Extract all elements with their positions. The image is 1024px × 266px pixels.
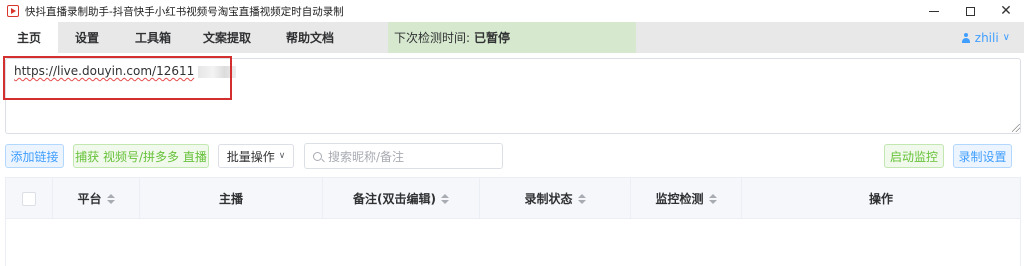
sort-icon bbox=[708, 193, 717, 204]
user-menu[interactable]: zhili ∨ bbox=[961, 22, 1010, 53]
column-monitor-check[interactable]: 监控检测 bbox=[631, 178, 742, 219]
close-icon: ✕ bbox=[1000, 3, 1012, 19]
column-platform-label: 平台 bbox=[77, 192, 102, 206]
tab-toolbox[interactable]: 工具箱 bbox=[120, 22, 186, 53]
sort-icon bbox=[106, 193, 115, 204]
select-all-cell bbox=[6, 178, 53, 219]
maximize-icon bbox=[965, 6, 975, 16]
user-icon bbox=[961, 32, 971, 43]
highlight-box bbox=[3, 56, 232, 100]
maximize-button[interactable] bbox=[952, 0, 988, 22]
tab-bar: 主页 设置 工具箱 文案提取 帮助文档 下次检测时间: 已暂停 zhili ∨ bbox=[0, 22, 1024, 53]
capture-live-button[interactable]: 捕获 视频号/拼多多 直播 bbox=[73, 144, 209, 168]
app-logo-icon bbox=[7, 5, 19, 17]
table-header: 平台 主播 备注(双击编辑) 录制状态 监控检测 操作 bbox=[6, 178, 1020, 219]
status-label: 下次检测时间: bbox=[394, 31, 471, 45]
column-actions: 操作 bbox=[742, 178, 1020, 219]
column-actions-label: 操作 bbox=[868, 192, 893, 206]
stream-table: 平台 主播 备注(双击编辑) 录制状态 监控检测 操作 bbox=[5, 177, 1021, 266]
minimize-button[interactable] bbox=[916, 0, 952, 22]
tab-help-docs[interactable]: 帮助文档 bbox=[272, 22, 348, 53]
column-note[interactable]: 备注(双击编辑) bbox=[323, 178, 480, 219]
column-streamer-label: 主播 bbox=[218, 192, 243, 206]
search-placeholder: 搜索昵称/备注 bbox=[328, 149, 405, 164]
column-monitor-check-label: 监控检测 bbox=[655, 192, 704, 206]
search-icon bbox=[313, 151, 322, 161]
record-settings-button[interactable]: 录制设置 bbox=[953, 144, 1012, 168]
window-controls: ✕ bbox=[916, 0, 1024, 22]
tab-home[interactable]: 主页 bbox=[0, 22, 58, 53]
user-name: zhili bbox=[974, 30, 999, 45]
chevron-down-icon: ∨ bbox=[278, 151, 286, 161]
title-bar: 快抖直播录制助手-抖音快手小红书视频号淘宝直播视频定时自动录制 ✕ bbox=[0, 0, 1024, 22]
minimize-icon bbox=[929, 10, 939, 12]
select-all-checkbox[interactable] bbox=[22, 191, 36, 206]
column-note-label: 备注(双击编辑) bbox=[353, 192, 436, 206]
start-monitor-button[interactable]: 启动监控 bbox=[884, 144, 944, 168]
batch-actions-label: 批量操作 bbox=[226, 149, 275, 164]
column-record-status[interactable]: 录制状态 bbox=[480, 178, 631, 219]
column-record-status-label: 录制状态 bbox=[524, 192, 573, 206]
window-title: 快抖直播录制助手-抖音快手小红书视频号淘宝直播视频定时自动录制 bbox=[25, 5, 344, 18]
next-check-status: 下次检测时间: 已暂停 bbox=[388, 22, 636, 53]
column-platform[interactable]: 平台 bbox=[53, 178, 140, 219]
column-streamer: 主播 bbox=[140, 178, 323, 219]
status-value: 已暂停 bbox=[474, 31, 511, 45]
sort-icon bbox=[440, 193, 449, 204]
add-link-button[interactable]: 添加链接 bbox=[5, 144, 64, 168]
tab-text-extract[interactable]: 文案提取 bbox=[192, 22, 262, 53]
close-button[interactable]: ✕ bbox=[988, 0, 1024, 22]
chevron-down-icon: ∨ bbox=[1002, 32, 1010, 43]
sort-icon bbox=[577, 193, 586, 204]
search-input[interactable]: 搜索昵称/备注 bbox=[304, 143, 503, 169]
batch-actions-dropdown[interactable]: 批量操作 ∨ bbox=[218, 144, 294, 168]
tab-settings[interactable]: 设置 bbox=[58, 22, 116, 53]
resize-handle-icon[interactable] bbox=[1012, 124, 1020, 132]
